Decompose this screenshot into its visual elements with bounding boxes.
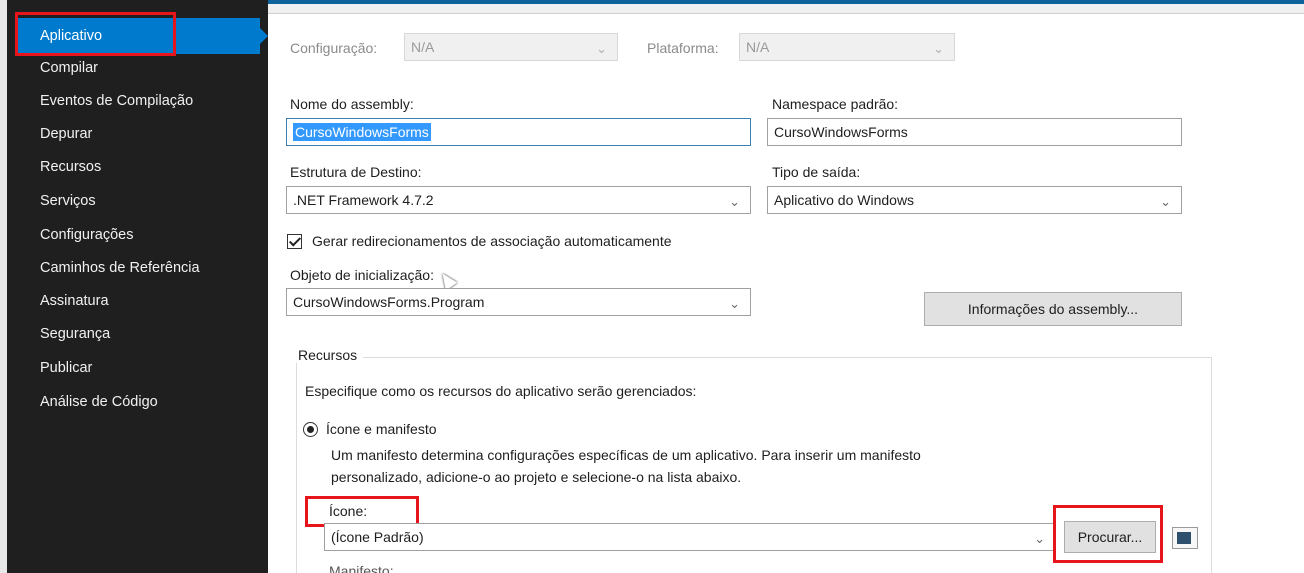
target-framework-label: Estrutura de Destino: xyxy=(290,164,422,180)
top-frame-strip xyxy=(268,0,1304,14)
nav-item-compilar[interactable]: Compilar xyxy=(30,54,98,82)
icon-and-manifest-label: Ícone e manifesto xyxy=(326,421,437,437)
namespace-label: Namespace padrão: xyxy=(772,96,899,112)
chevron-down-icon: ⌄ xyxy=(1034,531,1045,546)
highlight-box-browse xyxy=(1053,505,1163,563)
configuration-label: Configuração: xyxy=(290,40,378,56)
chevron-down-icon: ⌄ xyxy=(596,41,607,56)
nav-item-eventos-de-compilacao[interactable]: Eventos de Compilação xyxy=(30,87,193,115)
accent-bar xyxy=(268,0,1304,4)
nav-item-depurar[interactable]: Depurar xyxy=(30,120,92,148)
manifest-help-line-1: Um manifesto determina configurações esp… xyxy=(331,447,921,463)
nav-item-servicos[interactable]: Serviços xyxy=(30,187,96,215)
nav-item-seguranca[interactable]: Segurança xyxy=(30,320,110,348)
manifest-help-line-2: personalizado, adicione-o ao projeto e s… xyxy=(331,469,742,485)
auto-redirect-checkbox[interactable] xyxy=(287,234,302,249)
target-framework-value: .NET Framework 4.7.2 xyxy=(293,192,434,208)
icon-value: (Ícone Padrão) xyxy=(331,529,424,545)
nav-item-analise-de-codigo[interactable]: Análise de Código xyxy=(30,388,158,416)
assembly-information-button[interactable]: Informações do assembly... xyxy=(924,292,1182,326)
assembly-name-value: CursoWindowsForms xyxy=(293,123,431,141)
platform-dropdown[interactable]: N/A ⌄ xyxy=(739,33,955,61)
resources-description: Especifique como os recursos do aplicati… xyxy=(305,383,697,399)
startup-object-value: CursoWindowsForms.Program xyxy=(293,294,485,310)
output-type-dropdown[interactable]: Aplicativo do Windows ⌄ xyxy=(767,186,1182,214)
configuration-value: N/A xyxy=(411,39,435,55)
manifest-label: Manifesto: xyxy=(329,563,394,573)
nav-item-recursos[interactable]: Recursos xyxy=(30,153,101,181)
nav-item-publicar[interactable]: Publicar xyxy=(30,354,92,382)
nav-item-configuracoes[interactable]: Configurações xyxy=(30,221,134,249)
default-namespace-input[interactable]: CursoWindowsForms xyxy=(767,118,1182,146)
application-icon-preview xyxy=(1172,527,1198,549)
startup-object-dropdown[interactable]: CursoWindowsForms.Program ⌄ xyxy=(286,288,751,316)
project-properties-nav: Aplicativo Compilar Eventos de Compilaçã… xyxy=(0,0,268,573)
chevron-down-icon: ⌄ xyxy=(933,41,944,56)
chevron-down-icon: ⌄ xyxy=(1160,194,1171,209)
nav-item-caminhos-de-referencia[interactable]: Caminhos de Referência xyxy=(30,254,200,282)
icon-dropdown[interactable]: (Ícone Padrão) ⌄ xyxy=(324,523,1056,551)
namespace-value: CursoWindowsForms xyxy=(774,124,908,140)
highlight-box-aplicativo xyxy=(15,12,176,56)
resources-group-title: Recursos xyxy=(292,347,364,363)
icon-and-manifest-radio[interactable] xyxy=(303,422,318,437)
nav-item-assinatura[interactable]: Assinatura xyxy=(30,287,109,315)
selected-indicator-arrow xyxy=(258,26,268,46)
output-type-value: Aplicativo do Windows xyxy=(774,192,915,208)
chevron-down-icon: ⌄ xyxy=(729,296,740,311)
platform-label: Plataforma: xyxy=(647,40,719,56)
assembly-name-input[interactable]: CursoWindowsForms xyxy=(286,118,751,146)
output-type-label: Tipo de saída: xyxy=(772,164,861,180)
window-frame-edge xyxy=(0,0,7,573)
configuration-dropdown[interactable]: N/A ⌄ xyxy=(404,33,618,61)
auto-redirect-label: Gerar redirecionamentos de associação au… xyxy=(312,233,672,249)
target-framework-dropdown[interactable]: .NET Framework 4.7.2 ⌄ xyxy=(286,186,751,214)
startup-object-label: Objeto de inicialização: xyxy=(290,267,434,283)
chevron-down-icon: ⌄ xyxy=(729,194,740,209)
platform-value: N/A xyxy=(746,39,770,55)
assembly-name-label: Nome do assembly: xyxy=(290,96,414,112)
